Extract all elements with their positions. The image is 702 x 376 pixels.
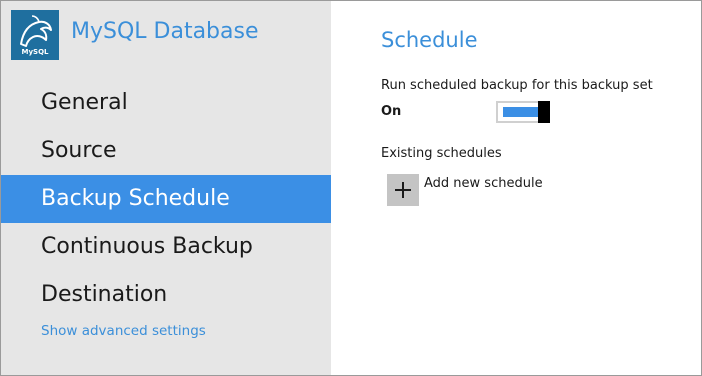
plus-icon <box>395 182 411 198</box>
section-title: Schedule <box>381 28 478 52</box>
toggle-knob[interactable] <box>538 101 550 123</box>
sidebar-item-source[interactable]: Source <box>1 127 331 175</box>
add-new-schedule-label[interactable]: Add new schedule <box>424 176 543 191</box>
sidebar-item-general[interactable]: General <box>1 79 331 127</box>
sidebar-item-destination[interactable]: Destination <box>1 271 331 319</box>
run-scheduled-backup-label: Run scheduled backup for this backup set <box>381 78 653 93</box>
schedule-panel: Schedule Run scheduled backup for this b… <box>381 1 701 375</box>
add-new-schedule-button[interactable] <box>387 174 419 206</box>
sidebar-item-backup-schedule[interactable]: Backup Schedule <box>1 175 331 223</box>
toggle-state-label: On <box>381 104 402 119</box>
logo-text: MySQL <box>21 48 49 56</box>
app-title: MySQL Database <box>71 19 259 44</box>
app-window: MySQL MySQL Database General Source Back… <box>0 0 702 376</box>
sidebar-nav: General Source Backup Schedule Continuou… <box>1 79 331 319</box>
scheduled-backup-toggle[interactable] <box>496 101 550 123</box>
show-advanced-settings-link[interactable]: Show advanced settings <box>41 323 206 339</box>
existing-schedules-label: Existing schedules <box>381 146 502 161</box>
sidebar: MySQL MySQL Database General Source Back… <box>1 1 331 375</box>
sidebar-item-continuous-backup[interactable]: Continuous Backup <box>1 223 331 271</box>
mysql-logo-icon: MySQL <box>11 10 59 60</box>
toggle-fill <box>503 107 540 117</box>
